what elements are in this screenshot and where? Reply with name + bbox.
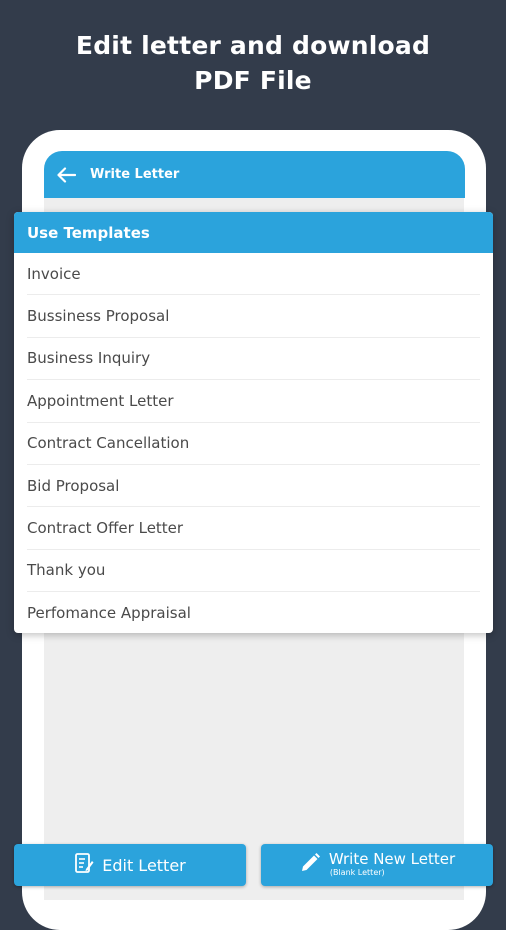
template-item-business-proposal[interactable]: Bussiness Proposal bbox=[27, 295, 480, 338]
template-item-contract-offer-letter[interactable]: Contract Offer Letter bbox=[27, 507, 480, 550]
template-item-business-inquiry[interactable]: Business Inquiry bbox=[27, 338, 480, 381]
template-item-appointment-letter[interactable]: Appointment Letter bbox=[27, 380, 480, 423]
headline-line-2: PDF File bbox=[194, 66, 312, 95]
template-list: Invoice Bussiness Proposal Business Inqu… bbox=[14, 253, 493, 633]
document-edit-icon bbox=[74, 852, 94, 878]
blank-letter-sublabel: (Blank Letter) bbox=[329, 868, 385, 877]
promo-headline: Edit letter and download PDF File bbox=[0, 28, 506, 98]
templates-dialog: Use Templates Invoice Bussiness Proposal… bbox=[14, 212, 493, 633]
headline-line-1: Edit letter and download bbox=[75, 31, 431, 60]
edit-letter-label: Edit Letter bbox=[102, 855, 186, 875]
template-item-bid-proposal[interactable]: Bid Proposal bbox=[27, 465, 480, 508]
app-bar-title: Write Letter bbox=[90, 167, 180, 182]
template-item-invoice[interactable]: Invoice bbox=[27, 253, 480, 296]
arrow-left-icon[interactable] bbox=[54, 163, 78, 187]
app-bar: Write Letter bbox=[44, 151, 465, 198]
template-item-contract-cancellation[interactable]: Contract Cancellation bbox=[27, 423, 480, 465]
write-new-letter-label: Write New Letter bbox=[328, 850, 456, 868]
edit-letter-button[interactable]: Edit Letter bbox=[14, 844, 246, 886]
write-new-letter-text: Write New Letter (Blank Letter) bbox=[329, 852, 455, 878]
pencil-icon bbox=[299, 852, 321, 878]
dialog-title: Use Templates bbox=[14, 212, 493, 253]
template-item-thank-you[interactable]: Thank you bbox=[27, 550, 480, 593]
template-item-performance-appraisal[interactable]: Perfomance Appraisal bbox=[27, 592, 480, 633]
write-new-letter-button[interactable]: Write New Letter (Blank Letter) bbox=[261, 844, 493, 886]
